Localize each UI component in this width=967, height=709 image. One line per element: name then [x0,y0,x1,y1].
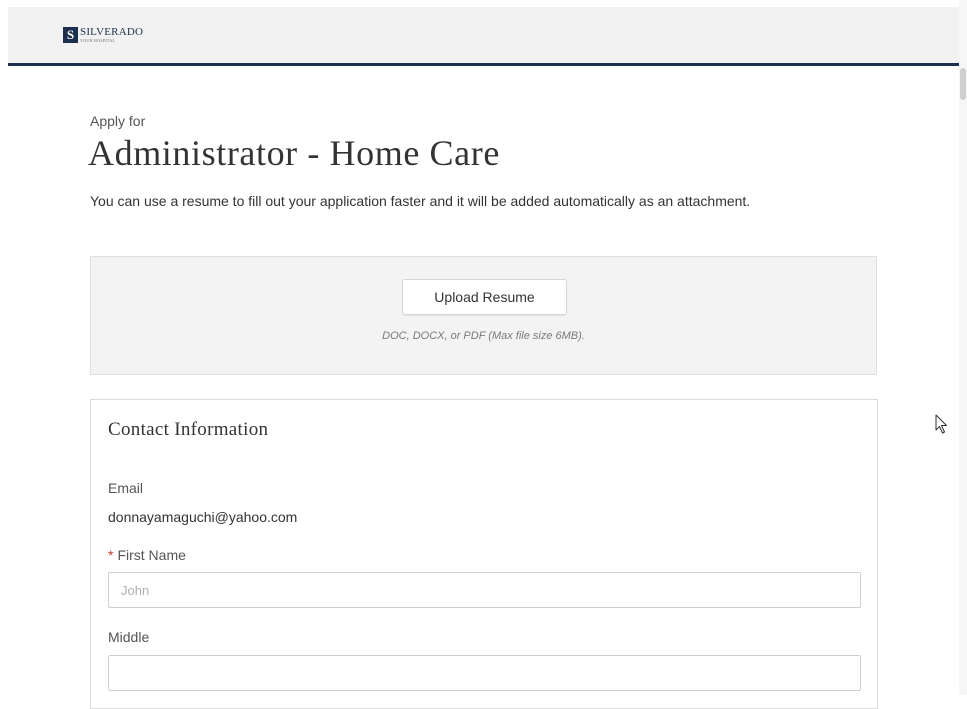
section-title: Contact Information [108,419,269,440]
first-name-input[interactable] [108,572,861,608]
first-name-label-text: First Name [117,547,186,563]
job-title: Administrator - Home Care [88,133,500,173]
middle-name-label: Middle [108,629,150,645]
site-header: S SILVERADO YOUR HOSPITAL [8,7,959,66]
middle-name-input[interactable] [108,655,861,691]
silverado-logo[interactable]: S SILVERADO YOUR HOSPITAL [63,27,143,43]
contact-information-section: Contact Information Email donnayamaguchi… [90,399,878,709]
required-marker: * [108,547,114,563]
upload-file-hint: DOC, DOCX, or PDF (Max file size 6MB). [382,330,585,342]
resume-intro-text: You can use a resume to fill out your ap… [90,193,751,209]
scrollbar-thumb[interactable] [960,68,966,100]
logo-wordmark: SILVERADO YOUR HOSPITAL [80,27,143,43]
logo-mark-icon: S [63,27,78,43]
logo-name: SILVERADO [80,26,144,38]
email-value: donnayamaguchi@yahoo.com [108,509,298,525]
mouse-pointer-icon [935,414,947,434]
upload-resume-button[interactable]: Upload Resume [402,279,567,315]
apply-for-label: Apply for [90,113,146,129]
first-name-label: * First Name [108,547,186,563]
page-scrollbar[interactable] [959,0,967,695]
resume-upload-panel: Upload Resume DOC, DOCX, or PDF (Max fil… [90,256,877,375]
logo-tagline: YOUR HOSPITAL [80,38,116,43]
email-label: Email [108,480,144,496]
